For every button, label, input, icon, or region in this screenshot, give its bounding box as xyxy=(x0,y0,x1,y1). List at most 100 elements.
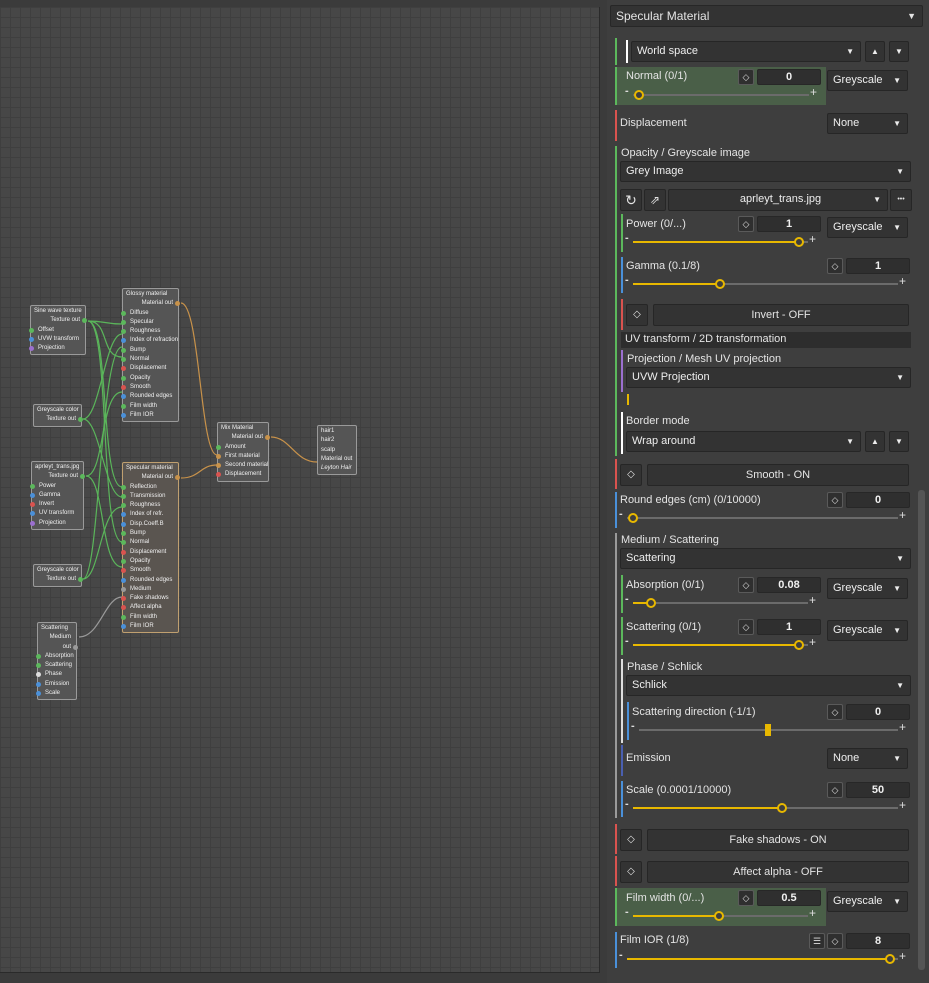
increment-button[interactable]: + xyxy=(809,635,816,649)
node-input[interactable]: Film IOR xyxy=(121,411,176,420)
absorption-mode-select[interactable]: Greyscale ▼ xyxy=(827,578,908,599)
more-options-button[interactable]: ••• xyxy=(890,189,912,211)
node-input[interactable]: Medium xyxy=(121,585,176,594)
keyframe-icon[interactable]: ◇ xyxy=(738,577,754,593)
increment-button[interactable]: + xyxy=(899,798,906,812)
keyframe-icon[interactable]: ◇ xyxy=(620,829,642,851)
node-output[interactable]: Texture out xyxy=(36,575,83,584)
round-edges-slider-track[interactable] xyxy=(627,517,898,519)
increment-button[interactable]: + xyxy=(809,906,816,920)
node-input[interactable]: Fake shadows xyxy=(121,594,176,603)
node-sine-wave[interactable]: Sine wave texture Texture out Offset UVW… xyxy=(29,305,87,356)
keyframe-icon[interactable]: ◇ xyxy=(738,890,754,906)
keyframe-icon[interactable]: ◇ xyxy=(827,782,843,798)
film-ior-slider-thumb[interactable] xyxy=(885,954,895,964)
node-input[interactable]: Rounded edges xyxy=(121,392,176,401)
node-greyscale-2[interactable]: Greyscale color Texture out xyxy=(33,564,83,587)
normal-slider-thumb[interactable] xyxy=(634,90,644,100)
node-input[interactable]: Disp.Coeff.B xyxy=(121,520,176,529)
invert-toggle[interactable]: Invert - OFF xyxy=(653,304,909,326)
absorption-value[interactable]: 0.08 xyxy=(757,577,821,593)
increment-button[interactable]: + xyxy=(809,593,816,607)
node-input[interactable]: Index of refr. xyxy=(121,510,176,519)
node-input[interactable]: Roughness xyxy=(121,501,176,510)
smooth-toggle[interactable]: Smooth - ON xyxy=(647,464,909,486)
normal-value[interactable]: 0 xyxy=(757,69,821,85)
node-greyscale-1[interactable]: Greyscale color Texture out xyxy=(33,404,83,427)
increment-button[interactable]: + xyxy=(899,508,906,522)
node-input[interactable]: Smooth xyxy=(121,383,176,392)
move-up-button[interactable]: ▲ xyxy=(865,431,885,452)
node-output[interactable]: Texture out xyxy=(36,415,83,424)
node-input[interactable]: Scale xyxy=(36,689,74,698)
node-input[interactable]: Emission xyxy=(36,680,74,689)
image-file-select[interactable]: aprleyt_trans.jpg ▼ xyxy=(668,189,888,211)
node-scattering[interactable]: Scattering Medium out Absorption Scatter… xyxy=(36,622,78,701)
node-input[interactable]: Normal xyxy=(121,538,176,547)
scattering-direction-slider-thumb[interactable] xyxy=(765,724,771,736)
node-input[interactable]: Amount xyxy=(216,443,266,452)
gamma-slider-thumb[interactable] xyxy=(715,279,725,289)
node-input[interactable]: Normal xyxy=(121,355,176,364)
power-value[interactable]: 1 xyxy=(757,216,821,232)
displacement-mode-select[interactable]: None ▼ xyxy=(827,113,908,134)
node-input[interactable]: Reflection xyxy=(121,483,176,492)
node-specular-material[interactable]: Specular material Material out Reflectio… xyxy=(121,462,180,634)
node-input[interactable]: Specular xyxy=(121,318,176,327)
decrement-button[interactable]: - xyxy=(619,949,623,961)
power-mode-select[interactable]: Greyscale ▼ xyxy=(827,217,908,238)
keyframe-icon[interactable]: ◇ xyxy=(827,492,843,508)
node-input[interactable]: Phase xyxy=(36,670,74,679)
node-input[interactable]: Affect alpha xyxy=(121,603,176,612)
node-output[interactable]: Material out xyxy=(220,433,270,442)
node-input[interactable]: Transmission xyxy=(121,492,176,501)
node-input[interactable]: Invert xyxy=(30,500,81,509)
film-width-slider-thumb[interactable] xyxy=(714,911,724,921)
node-input[interactable]: Bump xyxy=(121,529,176,538)
scattering-value[interactable]: 1 xyxy=(757,619,821,635)
scattering-mode-select[interactable]: Greyscale ▼ xyxy=(827,620,908,641)
decrement-button[interactable]: - xyxy=(625,232,629,244)
keyframe-icon[interactable]: ◇ xyxy=(620,861,642,883)
node-material-output[interactable]: hair1 hair2 scalp Material out Leyton Ha… xyxy=(317,425,357,476)
node-mix-material[interactable]: Mix Material Material out Amount First m… xyxy=(216,422,270,482)
node-input[interactable]: Displacement xyxy=(121,548,176,557)
node-graph-editor[interactable]: Sine wave texture Texture out Offset UVW… xyxy=(0,7,600,973)
decrement-button[interactable]: - xyxy=(625,274,629,286)
decrement-button[interactable]: - xyxy=(625,635,629,647)
increment-button[interactable]: + xyxy=(810,85,817,99)
node-input[interactable]: Bump xyxy=(121,346,176,355)
absorption-slider-thumb[interactable] xyxy=(646,598,656,608)
node-input[interactable]: Scattering xyxy=(36,661,74,670)
scattering-direction-value[interactable]: 0 xyxy=(846,704,910,720)
increment-button[interactable]: + xyxy=(899,274,906,288)
film-width-value[interactable]: 0.5 xyxy=(757,890,821,906)
scale-slider-thumb[interactable] xyxy=(777,803,787,813)
node-input[interactable]: Opacity xyxy=(121,557,176,566)
keyframe-icon[interactable]: ◇ xyxy=(620,464,642,486)
material-type-select[interactable]: Specular Material ▼ xyxy=(610,5,923,27)
node-input[interactable]: Gamma xyxy=(30,491,81,500)
round-edges-slider-thumb[interactable] xyxy=(628,513,638,523)
phase-select[interactable]: Schlick ▼ xyxy=(626,675,911,696)
inspector-scrollbar[interactable] xyxy=(918,490,925,970)
node-input[interactable]: Roughness xyxy=(121,327,176,336)
node-input[interactable]: Rounded edges xyxy=(121,576,176,585)
node-input[interactable]: Projection xyxy=(29,344,83,353)
absorption-slider-track[interactable] xyxy=(633,602,808,604)
keyframe-icon[interactable]: ◇ xyxy=(827,258,843,274)
affect-alpha-toggle[interactable]: Affect alpha - OFF xyxy=(647,861,909,883)
projection-select[interactable]: UVW Projection ▼ xyxy=(626,367,911,388)
node-glossy-material[interactable]: Glossy material Material out Diffuse Spe… xyxy=(121,288,180,423)
node-input[interactable]: Opacity xyxy=(121,374,176,383)
node-input[interactable]: Offset xyxy=(29,326,83,335)
node-image-texture[interactable]: aprleyt_trans.jpg Texture out Power Gamm… xyxy=(30,461,85,531)
increment-button[interactable]: + xyxy=(899,949,906,963)
power-slider-thumb[interactable] xyxy=(794,237,804,247)
node-input[interactable]: Displacement xyxy=(121,364,176,373)
emission-mode-select[interactable]: None ▼ xyxy=(827,748,908,769)
decrement-button[interactable]: - xyxy=(625,593,629,605)
decrement-button[interactable]: - xyxy=(625,85,629,97)
node-output[interactable]: Medium out xyxy=(40,633,78,652)
keyframe-icon[interactable]: ◇ xyxy=(738,69,754,85)
